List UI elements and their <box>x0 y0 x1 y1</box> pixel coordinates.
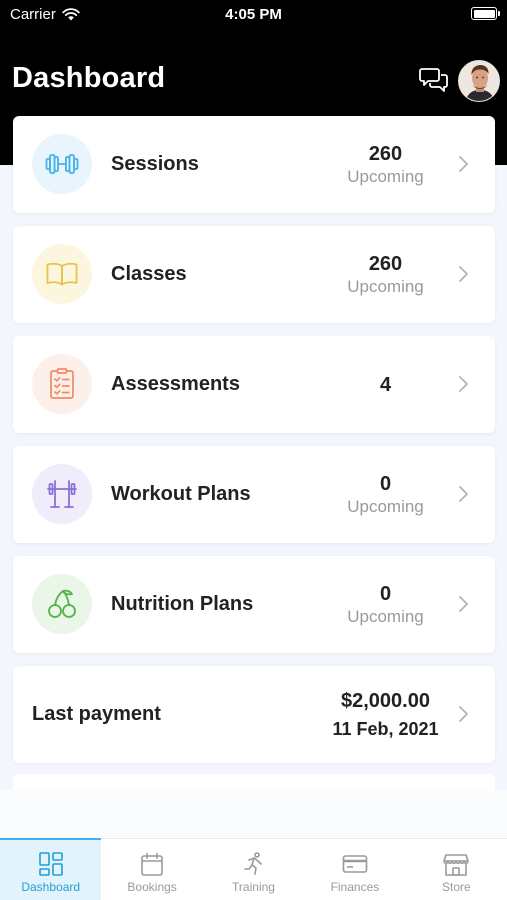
status-time: 4:05 PM <box>225 6 282 23</box>
tab-bar: Dashboard Bookings Training Finances Sto… <box>0 838 507 900</box>
nutrition-plans-label: Nutrition Plans <box>111 593 254 615</box>
page-title: Dashboard <box>12 62 166 94</box>
classes-label: Classes <box>111 263 187 285</box>
classes-sub: Upcoming <box>347 276 424 296</box>
user-avatar[interactable] <box>458 60 500 102</box>
chevron-right-icon <box>459 376 468 392</box>
chat-bubbles-icon[interactable] <box>419 66 449 94</box>
dashboard-icon <box>38 852 63 876</box>
store-icon <box>443 854 470 876</box>
book-icon <box>46 262 78 286</box>
assessments-icon-circle <box>32 354 92 414</box>
partial-card <box>13 774 495 790</box>
scroll-area-bottom <box>0 790 507 838</box>
nutrition-plans-sub: Upcoming <box>347 606 424 626</box>
assessments-label: Assessments <box>111 373 240 395</box>
avatar-image <box>459 61 499 101</box>
sessions-card[interactable]: Sessions 260 Upcoming <box>13 116 495 213</box>
tab-store-label: Store <box>441 880 471 894</box>
sessions-icon-circle <box>32 134 92 194</box>
nutrition-plans-icon-circle <box>32 574 92 634</box>
assessments-card[interactable]: Assessments 4 <box>13 336 495 433</box>
workout-plans-sub: Upcoming <box>347 496 424 516</box>
calendar-icon <box>141 852 163 876</box>
last-payment-label: Last payment <box>32 703 161 725</box>
tab-store[interactable]: Store <box>406 839 507 900</box>
chevron-right-icon <box>459 156 468 172</box>
barbell-rack-icon <box>47 480 77 508</box>
tab-training[interactable]: Training <box>203 839 304 900</box>
chevron-right-icon <box>459 486 468 502</box>
tab-finances-label: Finances <box>330 880 380 894</box>
workout-plans-label: Workout Plans <box>111 483 251 505</box>
workout-plans-icon-circle <box>32 464 92 524</box>
chevron-right-icon <box>459 596 468 612</box>
classes-card[interactable]: Classes 260 Upcoming <box>13 226 495 323</box>
tab-bookings-label: Bookings <box>127 880 177 894</box>
credit-card-icon <box>342 855 368 873</box>
dumbbell-icon <box>45 154 79 174</box>
battery-icon <box>471 7 500 20</box>
tab-training-label: Training <box>232 880 275 894</box>
tab-finances[interactable]: Finances <box>304 839 405 900</box>
nutrition-plans-count: 0 <box>379 582 392 605</box>
tab-dashboard[interactable]: Dashboard <box>0 838 102 900</box>
last-payment-card[interactable]: Last payment $2,000.00 11 Feb, 2021 <box>13 666 495 763</box>
sessions-label: Sessions <box>111 153 199 175</box>
last-payment-amount: $2,000.00 <box>341 689 430 712</box>
chevron-right-icon <box>459 266 468 282</box>
nutrition-plans-card[interactable]: Nutrition Plans 0 Upcoming <box>13 556 495 653</box>
checklist-icon <box>50 368 74 399</box>
tab-dashboard-label: Dashboard <box>21 880 81 894</box>
chevron-right-icon <box>459 706 468 722</box>
last-payment-date: 11 Feb, 2021 <box>332 718 439 739</box>
classes-icon-circle <box>32 244 92 304</box>
sessions-sub: Upcoming <box>347 166 424 186</box>
cherries-icon <box>48 589 76 618</box>
running-icon <box>243 852 262 875</box>
assessments-count: 4 <box>379 373 392 396</box>
tab-bookings[interactable]: Bookings <box>101 839 202 900</box>
classes-count: 260 <box>368 252 403 275</box>
workout-plans-card[interactable]: Workout Plans 0 Upcoming <box>13 446 495 543</box>
workout-plans-count: 0 <box>379 472 392 495</box>
status-bar: Carrier 4:05 PM <box>0 0 507 30</box>
sessions-count: 260 <box>368 142 403 165</box>
